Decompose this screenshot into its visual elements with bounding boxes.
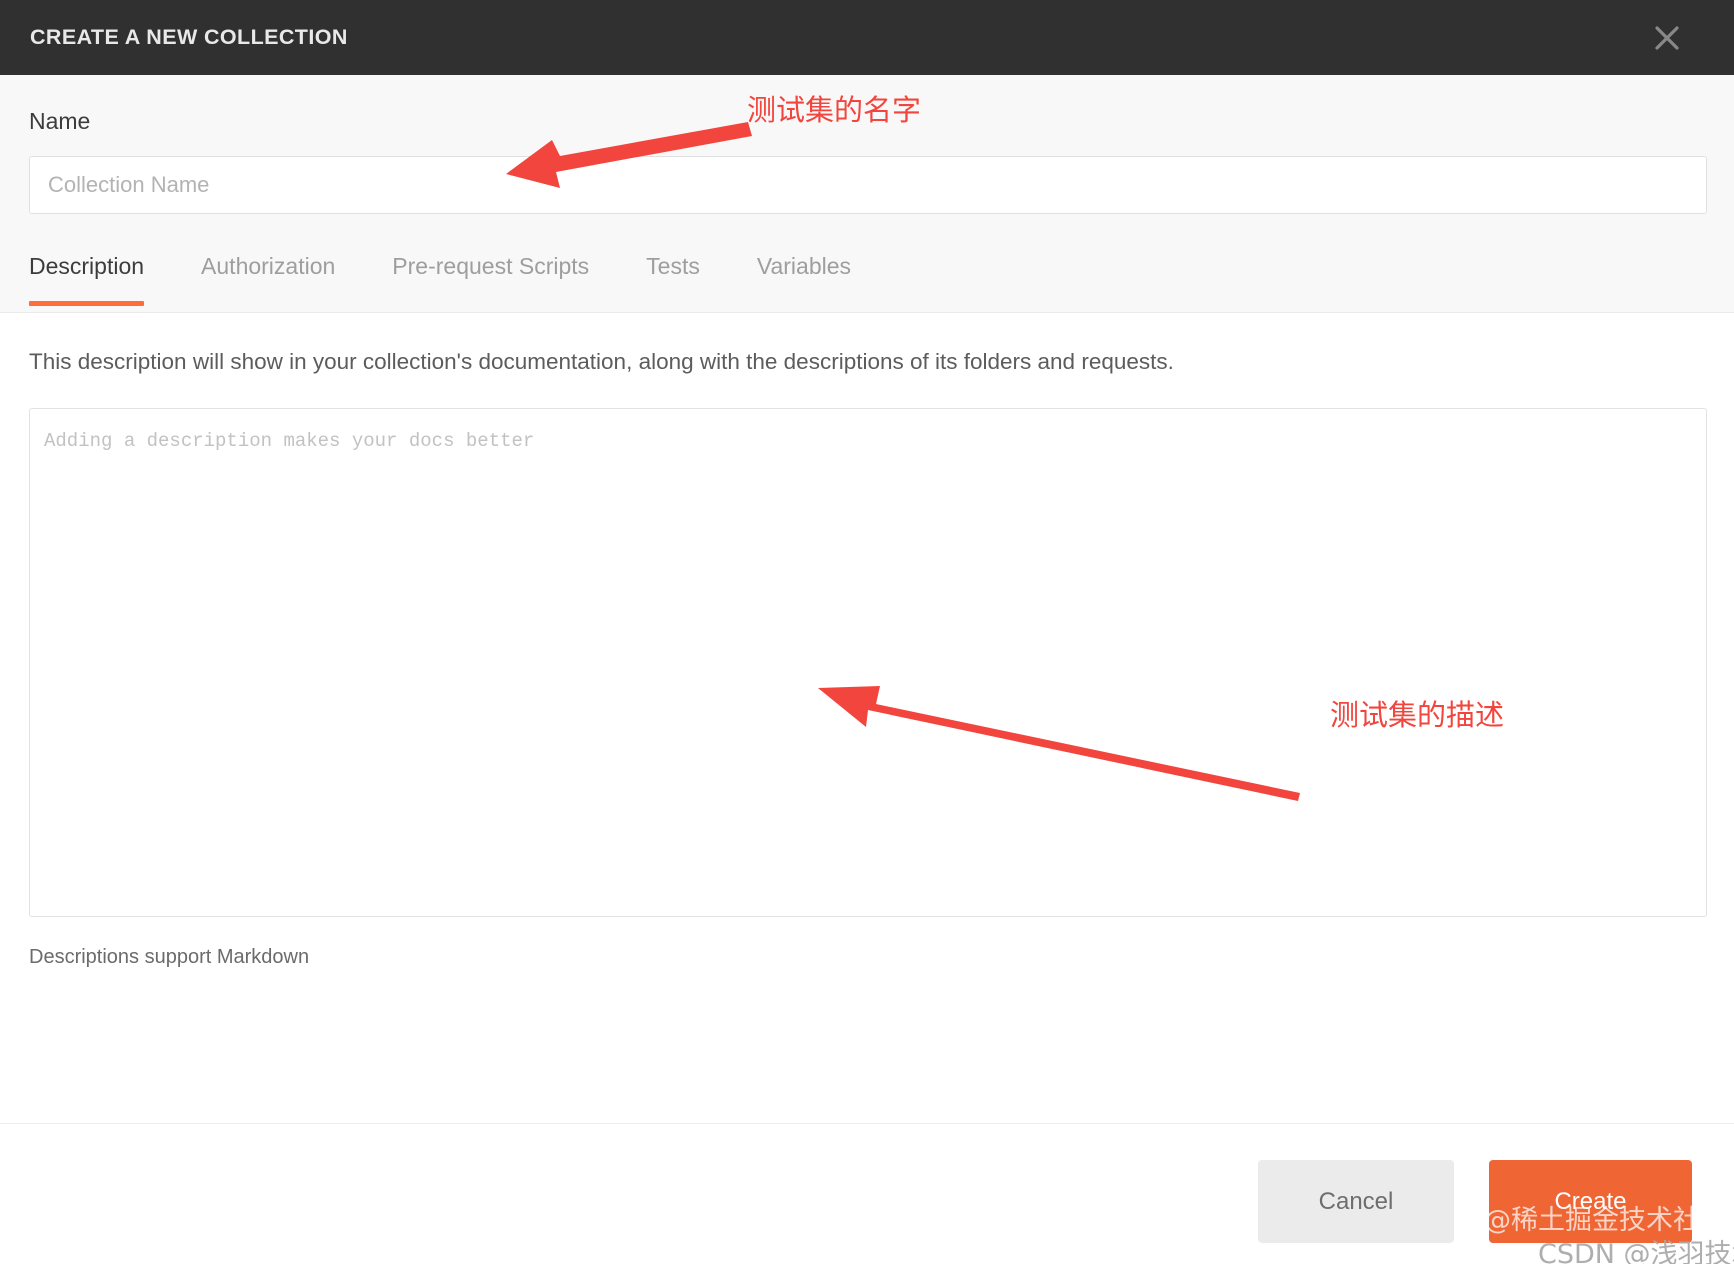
description-textarea[interactable] <box>29 408 1707 917</box>
name-and-tabs-section: Name Description Authorization Pre-reque… <box>0 75 1734 313</box>
description-helper-text: This description will show in your colle… <box>29 349 1174 374</box>
tab-authorization[interactable]: Authorization <box>201 239 335 306</box>
create-collection-modal: CREATE A NEW COLLECTION Name Description… <box>0 0 1734 1264</box>
page-title: CREATE A NEW COLLECTION <box>30 25 348 49</box>
watermark-csdn: CSDN @浅羽技术 <box>1538 1239 1734 1264</box>
close-icon[interactable] <box>1644 15 1690 61</box>
collection-name-input[interactable] <box>29 156 1707 214</box>
modal-header: CREATE A NEW COLLECTION <box>0 0 1734 75</box>
tab-description[interactable]: Description <box>29 239 145 306</box>
tab-pre-request-scripts[interactable]: Pre-request Scripts <box>392 239 589 306</box>
modal-footer: Cancel Create <box>0 1123 1734 1264</box>
tab-variables[interactable]: Variables <box>757 239 851 306</box>
tab-bar: Description Authorization Pre-request Sc… <box>29 239 908 313</box>
description-panel: This description will show in your colle… <box>0 314 1734 1123</box>
markdown-support-note: Descriptions support Markdown <box>29 946 310 968</box>
name-label: Name <box>29 108 91 134</box>
tab-tests[interactable]: Tests <box>646 239 700 306</box>
cancel-button[interactable]: Cancel <box>1258 1160 1454 1243</box>
